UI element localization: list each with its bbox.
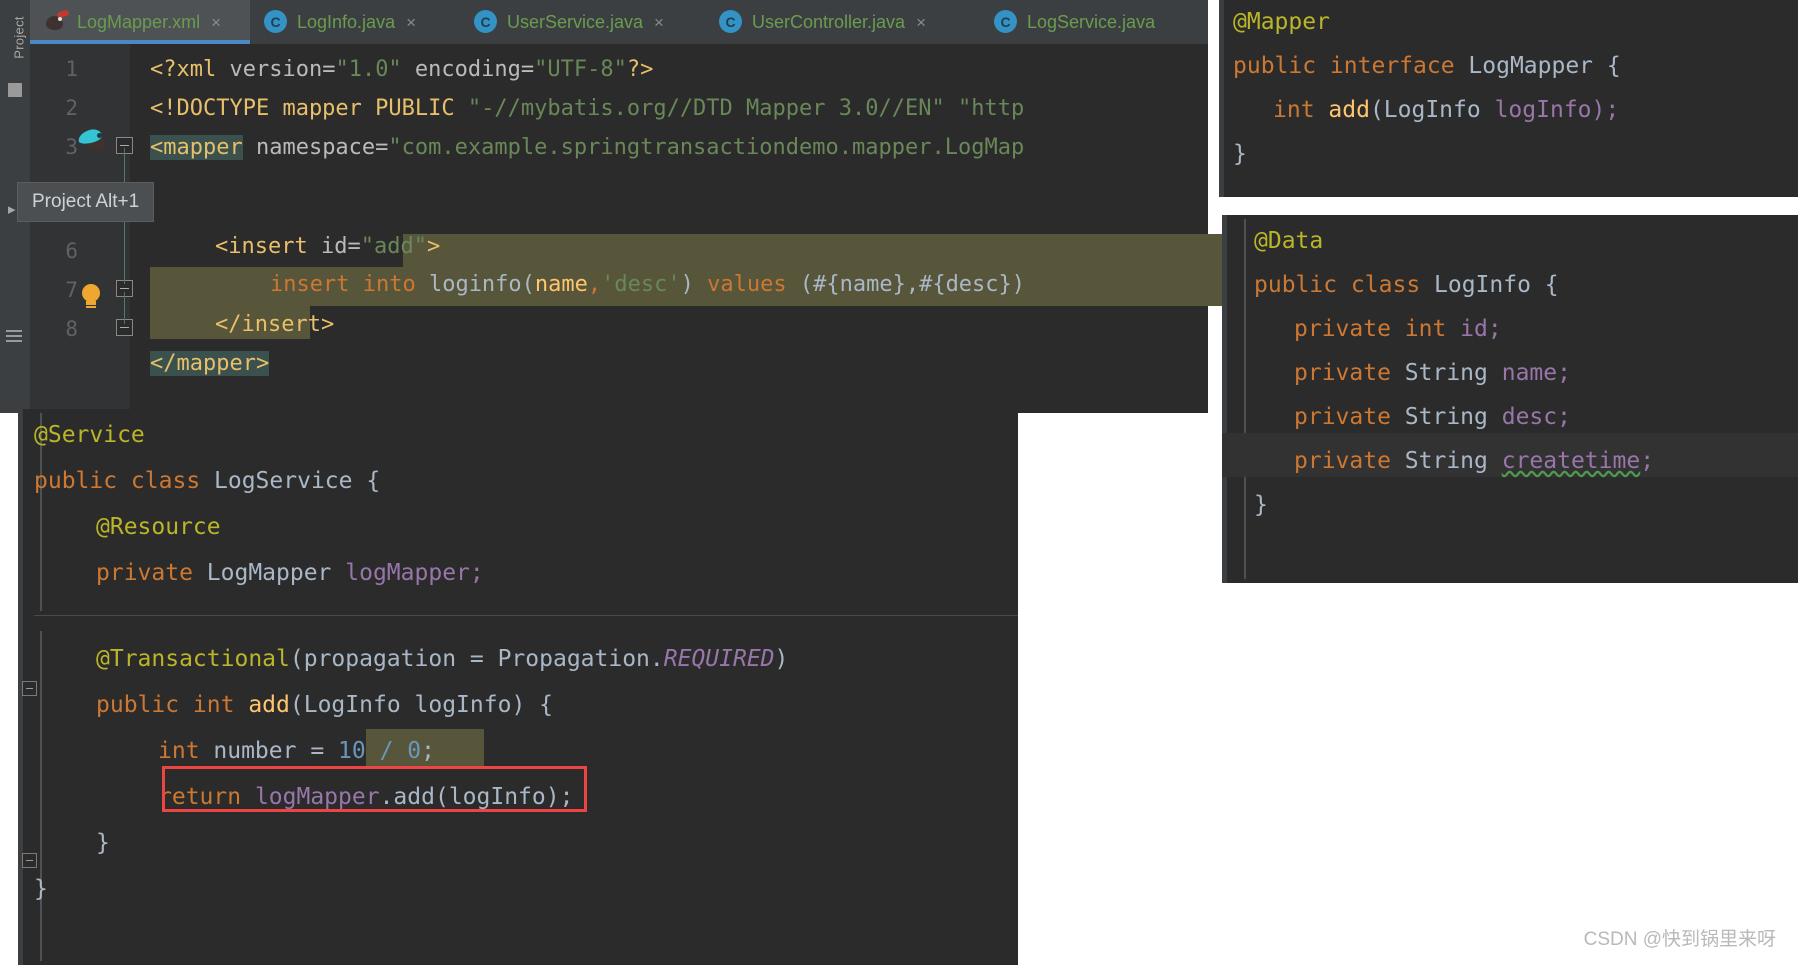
code-line: }	[34, 876, 48, 902]
xml-code-line: <mapper namespace="com.example.springtra…	[150, 135, 1025, 160]
code-line: public int add(LogInfo logInfo) {	[96, 692, 553, 718]
line-number: 2	[65, 96, 78, 120]
hamburger-icon[interactable]	[6, 330, 22, 342]
panel-gutter-line	[1244, 219, 1246, 579]
divide-by-zero-highlight-box	[162, 766, 587, 812]
fold-guide-line	[124, 292, 125, 324]
search-highlight-band	[403, 234, 1238, 267]
tab-loginfo-java[interactable]: C LogInfo.java ×	[250, 0, 428, 44]
xml-editor-area[interactable]: 1 2 3 5 6 7 8 <?xml version="1.	[30, 44, 1238, 413]
code-line: public class LogInfo {	[1254, 272, 1559, 298]
code-line: @Resource	[96, 514, 221, 540]
project-tooltip: Project Alt+1	[17, 182, 155, 222]
csdn-watermark: CSDN @快到锅里来呀	[1583, 929, 1776, 950]
tab-usercontroller-java[interactable]: C UserController.java ×	[705, 0, 938, 44]
code-line: int add(LogInfo logInfo);	[1273, 97, 1620, 123]
code-line: @Transactional(propagation = Propagation…	[96, 646, 789, 672]
xml-code-line: <insert id="add">	[215, 234, 441, 259]
xml-code-line: </mapper>	[150, 351, 270, 376]
code-line: public interface LogMapper {	[1233, 53, 1621, 79]
loginfo-class-panel: @Data public class LogInfo { private int…	[1222, 215, 1798, 583]
code-line: }	[96, 830, 110, 856]
panel-gutter-line	[40, 631, 42, 961]
tab-label: LogService.java	[1027, 11, 1156, 32]
panel-left-stripe	[1222, 215, 1227, 583]
tab-label: LogInfo.java	[297, 11, 396, 32]
tab-label: UserController.java	[752, 11, 906, 32]
code-separator	[34, 615, 1018, 616]
xml-code-line: </insert>	[215, 312, 335, 337]
tab-label: LogMapper.xml	[77, 11, 201, 32]
line-number: 6	[65, 239, 78, 263]
editor-tab-bar: LogMapper.xml × C LogInfo.java × C UserS…	[30, 0, 1208, 44]
tab-userservice-java[interactable]: C UserService.java ×	[460, 0, 676, 44]
intention-bulb-icon[interactable]	[80, 284, 102, 310]
xml-code-line: <!DOCTYPE mapper PUBLIC "-//mybatis.org/…	[150, 96, 1025, 121]
code-line: private String createtime;	[1294, 448, 1655, 474]
java-class-icon: C	[719, 10, 743, 34]
code-line: @Mapper	[1233, 9, 1330, 35]
close-icon[interactable]: ×	[654, 14, 664, 31]
line-number: 8	[65, 317, 78, 341]
code-line: }	[1254, 492, 1268, 518]
tab-logservice-java[interactable]: C LogService.java	[980, 0, 1167, 44]
java-class-icon: C	[474, 10, 498, 34]
ide-window: Project ▸ LogMapper.xml × C LogInfo.java…	[0, 0, 1238, 413]
fold-toggle[interactable]	[22, 681, 37, 696]
java-class-icon: C	[994, 10, 1018, 34]
java-class-icon: C	[264, 10, 288, 34]
mybatis-bird-icon[interactable]	[76, 127, 110, 154]
mybatis-bird-icon	[44, 9, 70, 34]
line-number: 3	[65, 135, 78, 159]
fold-guide-line	[124, 212, 125, 284]
tab-logmapper-xml[interactable]: LogMapper.xml ×	[30, 0, 250, 44]
xml-code-line: <?xml version="1.0" encoding="UTF-8"?>	[150, 57, 654, 82]
line-number: 7	[65, 278, 78, 302]
logmapper-interface-panel: @Mapper public interface LogMapper { int…	[1219, 0, 1798, 197]
close-icon[interactable]: ×	[916, 14, 926, 31]
code-line: @Data	[1254, 228, 1324, 254]
chevron-right-icon[interactable]: ▸	[8, 200, 16, 218]
code-line: }	[1233, 141, 1247, 167]
code-line: private LogMapper logMapper;	[96, 560, 484, 586]
tab-label: UserService.java	[507, 11, 644, 32]
code-line: @Service	[34, 422, 145, 448]
code-line: private String name;	[1294, 360, 1571, 386]
logservice-class-panel: @Service public class LogService { @Reso…	[18, 409, 1018, 965]
line-number: 1	[65, 57, 78, 81]
code-line: private int id;	[1294, 316, 1502, 342]
editor-gutter[interactable]: 1 2 3 5 6 7 8	[30, 44, 130, 413]
project-tool-label[interactable]: Project	[12, 1, 27, 75]
code-line: public class LogService {	[34, 468, 381, 494]
panel-left-stripe	[1219, 0, 1224, 197]
fold-toggle[interactable]	[22, 853, 37, 868]
code-line: private String desc;	[1294, 404, 1571, 430]
close-icon[interactable]: ×	[406, 14, 416, 31]
structure-tool-icon[interactable]	[8, 83, 22, 97]
close-icon[interactable]: ×	[211, 14, 221, 31]
code-line-divide-by-zero: int number = 10 / 0;	[158, 738, 435, 764]
xml-code-line: insert into loginfo(name,'desc') values …	[270, 272, 1026, 297]
